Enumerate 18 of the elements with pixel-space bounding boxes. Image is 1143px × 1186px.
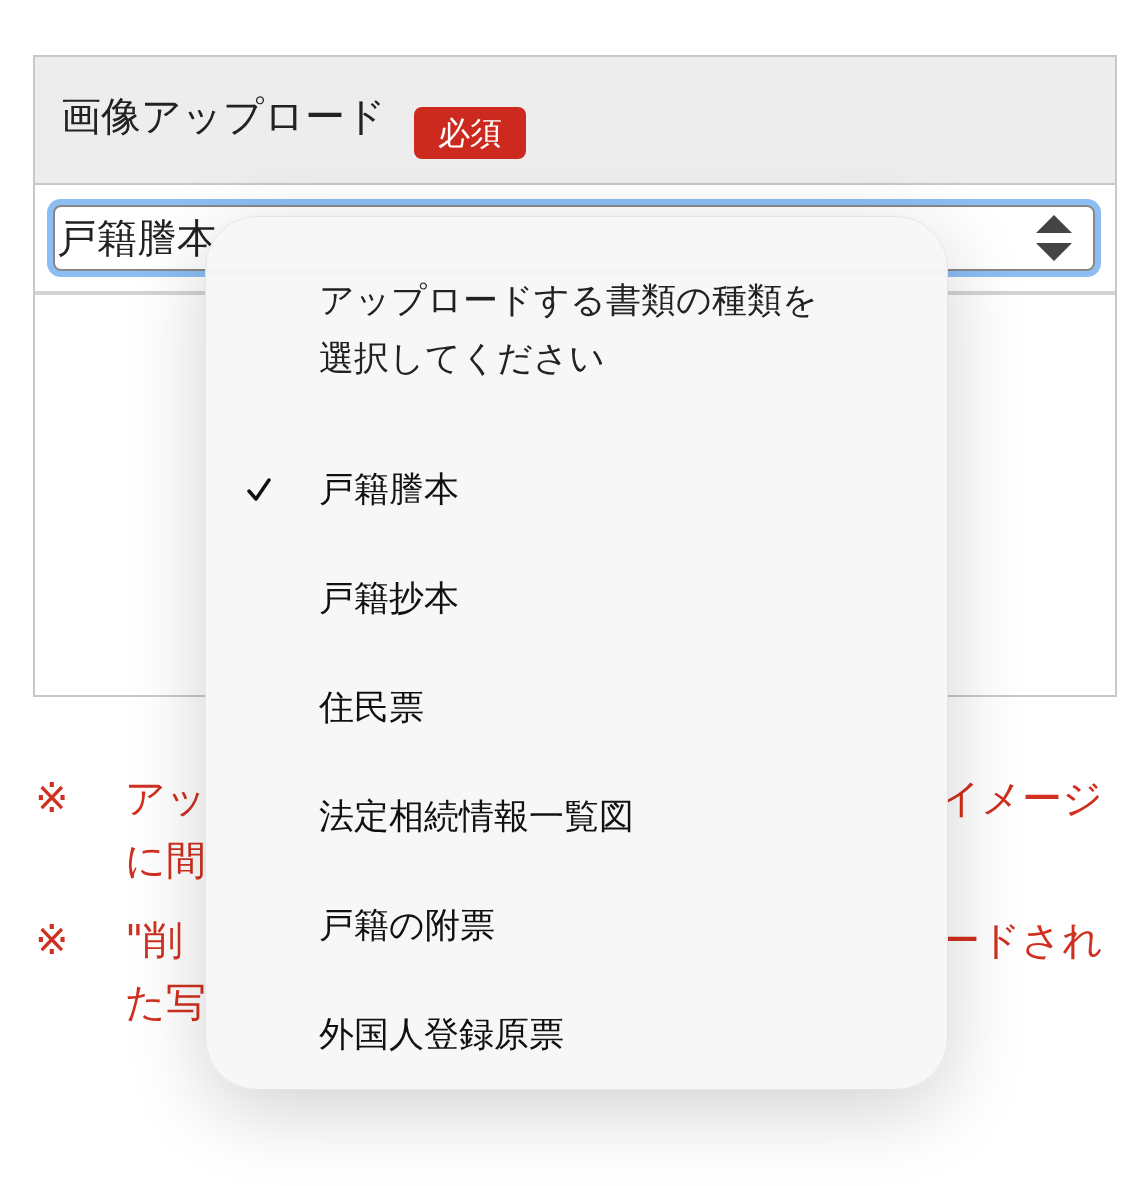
menu-item[interactable]: 住民票: [246, 653, 887, 762]
note-text: イメージ: [940, 774, 1103, 823]
up-down-icon: [1035, 213, 1073, 263]
menu-title: アップロードする書類の種類を選択してください: [319, 279, 819, 380]
note-mark: ※: [35, 774, 70, 823]
note-text: アッ: [125, 774, 207, 823]
note-text: "削: [125, 916, 184, 965]
menu-item[interactable]: 外国人登録原票: [246, 980, 887, 1089]
note-text: た写: [125, 978, 206, 1027]
menu-item[interactable]: 戸籍謄本: [246, 435, 887, 544]
menu-item[interactable]: 戸籍抄本: [246, 544, 887, 653]
note-text: ードされ: [940, 916, 1103, 965]
menu-item[interactable]: 法定相続情報一覧図: [246, 762, 887, 871]
note-text: に間: [125, 836, 206, 885]
menu-item[interactable]: 戸籍の附票: [246, 871, 887, 980]
required-badge: 必須: [414, 107, 526, 159]
field-label: 画像アップロード: [61, 92, 386, 141]
note-mark: ※: [35, 916, 70, 965]
